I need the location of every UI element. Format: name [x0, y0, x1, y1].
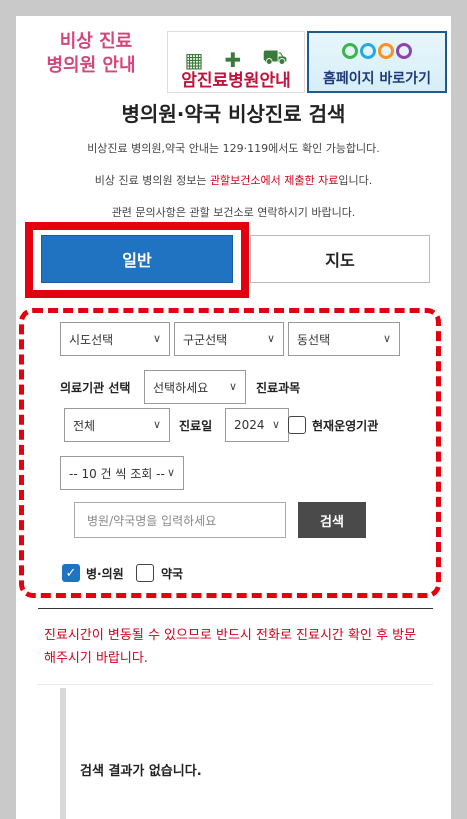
hospital-label: 병·의원 — [86, 567, 124, 581]
pharmacy-label: 약국 — [161, 567, 184, 581]
institution-label: 의료기관 선택 — [60, 381, 131, 395]
sido-select-value: 시도선택 — [69, 332, 114, 347]
page-size-select[interactable]: -- 10 건 씩 조회 -- ∨ — [60, 456, 184, 490]
dong-select[interactable]: 동선택 ∨ — [288, 322, 400, 356]
hospital-building-icon: ▦ — [184, 48, 204, 72]
chevron-down-icon: ∨ — [266, 332, 275, 345]
chevron-down-icon: ∨ — [382, 332, 391, 345]
gugun-select[interactable]: 구군선택 ∨ — [174, 322, 284, 356]
page-frame: 비상 진료 병의원 안내 ▦ ✚ ⛟ 암진료병원안내 홈페이지 바로가기 병의원… — [16, 16, 451, 819]
tab-map[interactable]: 지도 — [250, 235, 430, 283]
dong-select-value: 동선택 — [297, 332, 331, 347]
sido-select[interactable]: 시도선택 ∨ — [60, 322, 170, 356]
search-input[interactable]: 병원/약국명을 입력하세요 — [74, 502, 286, 538]
info-line-2-pre: 비상 진료 병의원 정보는 — [94, 174, 210, 187]
department-select[interactable]: 전체 ∨ — [64, 408, 170, 442]
ambulance-icon: ⛟ — [262, 45, 288, 69]
emergency-care-banner[interactable]: 비상 진료 병의원 안내 — [16, 30, 166, 96]
year-select-value: 2024 — [234, 418, 265, 432]
result-box — [60, 688, 440, 819]
chevron-down-icon: ∨ — [228, 380, 237, 393]
chevron-down-icon: ∨ — [152, 418, 161, 431]
info-line-1: 비상진료 병의원,약국 안내는 129·119에서도 확인 가능합니다. — [87, 142, 380, 155]
pharmacy-checkbox[interactable] — [136, 564, 154, 582]
banner-left-line2: 병의원 안내 — [46, 55, 136, 76]
call-notice: 진료시간이 변동될 수 있으므로 반드시 전화로 진료시간 확인 후 방문해주시… — [44, 628, 417, 666]
homepage-label: 홈페이지 바로가기 — [323, 71, 431, 87]
hospital-checkbox[interactable]: ✓ — [62, 564, 80, 582]
page-size-value: -- 10 건 씩 조회 -- — [69, 466, 165, 481]
department-label: 진료과목 — [256, 381, 301, 395]
open-now-checkbox[interactable] — [288, 416, 306, 434]
chevron-down-icon: ∨ — [271, 418, 280, 431]
divider — [38, 608, 433, 609]
medicine-box-icon: ✚ — [224, 48, 242, 72]
info-line-2-highlight: 관할보건소에서 제출한 자료 — [209, 174, 339, 187]
banner-left-line1: 비상 진료 — [59, 31, 133, 52]
institution-select-value: 선택하세요 — [153, 380, 209, 395]
department-select-value: 전체 — [73, 418, 96, 433]
info-line-3: 관련 문의사항은 관할 보건소로 연락하시기 바랍니다. — [111, 206, 356, 219]
homepage-banner[interactable]: 홈페이지 바로가기 — [307, 31, 447, 93]
search-button[interactable]: 검색 — [298, 502, 366, 538]
divider — [38, 684, 433, 685]
homepage-logo-icon — [309, 33, 445, 69]
hospital-icons: ▦ ✚ ⛟ — [168, 32, 304, 72]
info-line-2-post: 입니다. — [338, 174, 373, 187]
institution-select[interactable]: 선택하세요 ∨ — [144, 370, 246, 404]
tab-general[interactable]: 일반 — [41, 235, 233, 283]
no-result-message: 검색 결과가 없습니다. — [80, 764, 202, 779]
open-now-label: 현재운영기관 — [312, 419, 379, 433]
chevron-down-icon: ∨ — [152, 332, 161, 345]
page-title: 병의원·약국 비상진료 검색 — [121, 102, 346, 126]
cancer-hospital-banner[interactable]: ▦ ✚ ⛟ 암진료병원안내 — [167, 31, 305, 93]
chevron-down-icon: ∨ — [166, 466, 175, 479]
year-select[interactable]: 2024 ∨ — [225, 408, 289, 442]
cancer-hospital-label: 암진료병원안내 — [181, 71, 291, 91]
info-line-2: 비상 진료 병의원 정보는 관할보건소에서 제출한 자료입니다. — [16, 172, 451, 188]
gugun-select-value: 구군선택 — [183, 332, 228, 347]
date-label: 진료일 — [179, 419, 213, 433]
